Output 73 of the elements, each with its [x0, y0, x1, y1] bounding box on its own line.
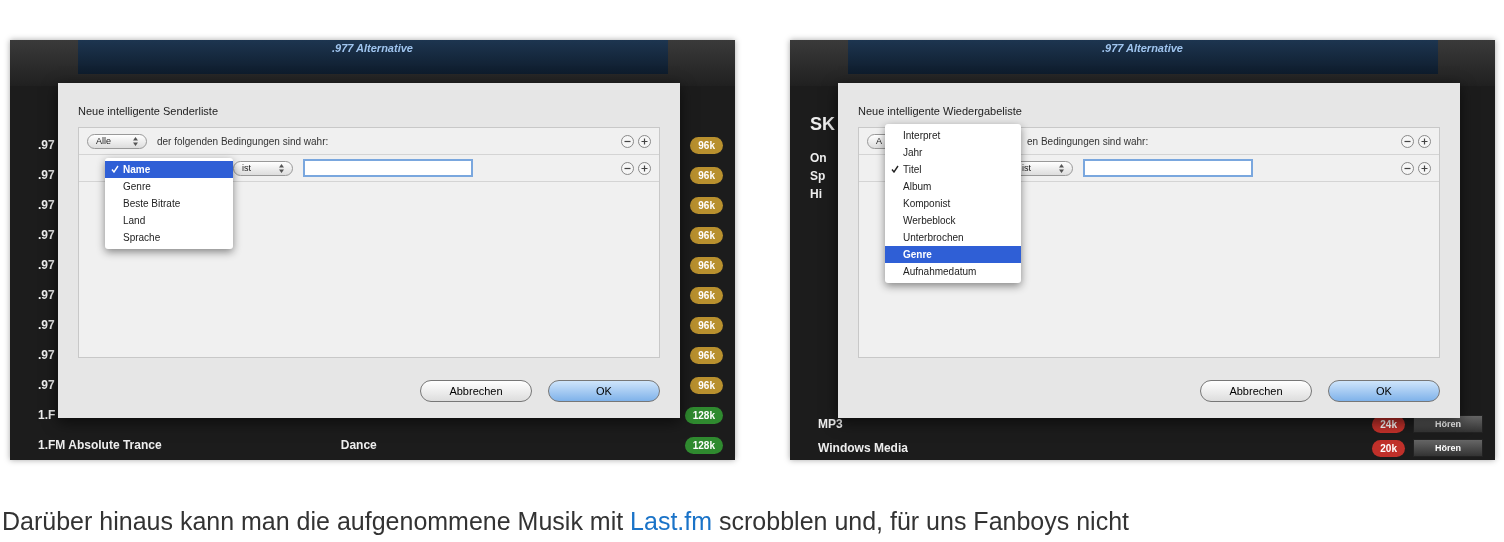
bitrate-badge: 20k [1372, 439, 1405, 457]
plus-icon[interactable] [1418, 161, 1431, 175]
station-name: .97 [38, 318, 55, 332]
stepper-arrows-icon [1059, 163, 1064, 173]
dialog-title: Neue intelligente Wiedergabeliste [858, 105, 1023, 117]
checkmark-icon [111, 165, 119, 173]
bitrate-badge: 96k [690, 346, 723, 364]
station-name: 1.F [38, 408, 56, 422]
menu-item[interactable]: Komponist [885, 195, 1021, 212]
station-title: .977 Alternative [1102, 42, 1183, 56]
condition-text: en Bedingungen sind wahr: [1027, 135, 1149, 147]
station-name: .97 [38, 348, 55, 362]
bitrate-badge: 96k [690, 226, 723, 244]
minus-icon[interactable] [621, 161, 634, 175]
minus-icon[interactable] [1401, 161, 1414, 175]
station-name: .97 [38, 228, 55, 242]
lastfm-link[interactable]: Last.fm [630, 507, 713, 535]
menu-item[interactable]: Album [885, 178, 1021, 195]
side-text: SK [810, 114, 835, 135]
bitrate-badge: 96k [690, 376, 723, 394]
plus-icon[interactable] [638, 134, 651, 148]
minus-icon[interactable] [1401, 134, 1414, 148]
stepper-arrows-icon [279, 163, 284, 173]
genre-text: Dance [340, 438, 377, 452]
station-name: 1.FM Absolute Trance [38, 438, 162, 452]
menu-item[interactable]: Aufnahmedatum [885, 263, 1021, 280]
bitrate-badge: 96k [690, 316, 723, 334]
bitrate-badge: 96k [690, 286, 723, 304]
dropdown-select[interactable]: Alle [87, 133, 147, 149]
menu-item[interactable]: Werbeblock [885, 212, 1021, 229]
menu-item[interactable]: Jahr [885, 144, 1021, 161]
station-name: Windows Media [818, 441, 908, 455]
bitrate-badge: 96k [690, 166, 723, 184]
station-name: .97 [38, 288, 55, 302]
menu-item[interactable]: Interpret [885, 127, 1021, 144]
stepper-arrows-icon [133, 136, 138, 146]
side-text: Sp [810, 169, 826, 183]
menu-item[interactable]: Genre [885, 246, 1021, 263]
ok-button[interactable]: OK [1328, 380, 1440, 402]
condition-text: der folgenden Bedingungen sind wahr: [157, 135, 329, 147]
plus-icon[interactable] [638, 161, 651, 175]
article-paragraph: Darüber hinaus kann man die aufgenommene Musik mit Last.fm scrobblen und, für uns Fanboys nicht [1, 507, 1130, 536]
cancel-button[interactable]: Abbrechen [1200, 380, 1312, 402]
station-name: .97 [38, 138, 55, 152]
menu-item[interactable]: Genre [105, 178, 233, 195]
listen-button[interactable]: Hören [1413, 439, 1483, 457]
value-input[interactable] [303, 159, 473, 177]
bitrate-badge: 128k [684, 406, 723, 424]
station-name: .97 [38, 378, 55, 392]
menu-item[interactable]: Land [105, 212, 233, 229]
station-name: MP3 [818, 417, 843, 431]
bitrate-badge: 96k [690, 136, 723, 154]
bitrate-badge: 128k [684, 436, 723, 454]
checkmark-icon [891, 165, 899, 173]
side-text: Hi [810, 187, 822, 201]
station-name: .97 [38, 258, 55, 272]
menu-item[interactable]: Sprache [105, 229, 233, 246]
cancel-button[interactable]: Abbrechen [420, 380, 532, 402]
ok-button[interactable]: OK [548, 380, 660, 402]
station-title: .977 Alternative [332, 42, 413, 56]
minus-icon[interactable] [621, 134, 634, 148]
station-name: .97 [38, 198, 55, 212]
plus-icon[interactable] [1418, 134, 1431, 148]
menu-item[interactable]: Name [105, 161, 233, 178]
bitrate-badge: 96k [690, 256, 723, 274]
dropdown-select[interactable]: ist [233, 160, 293, 176]
bitrate-badge: 96k [690, 196, 723, 214]
value-input[interactable] [1083, 159, 1253, 177]
side-text: On [810, 151, 827, 165]
menu-item[interactable]: Beste Bitrate [105, 195, 233, 212]
station-name: .97 [38, 168, 55, 182]
dialog-title: Neue intelligente Senderliste [78, 105, 220, 117]
menu-item[interactable]: Unterbrochen [885, 229, 1021, 246]
